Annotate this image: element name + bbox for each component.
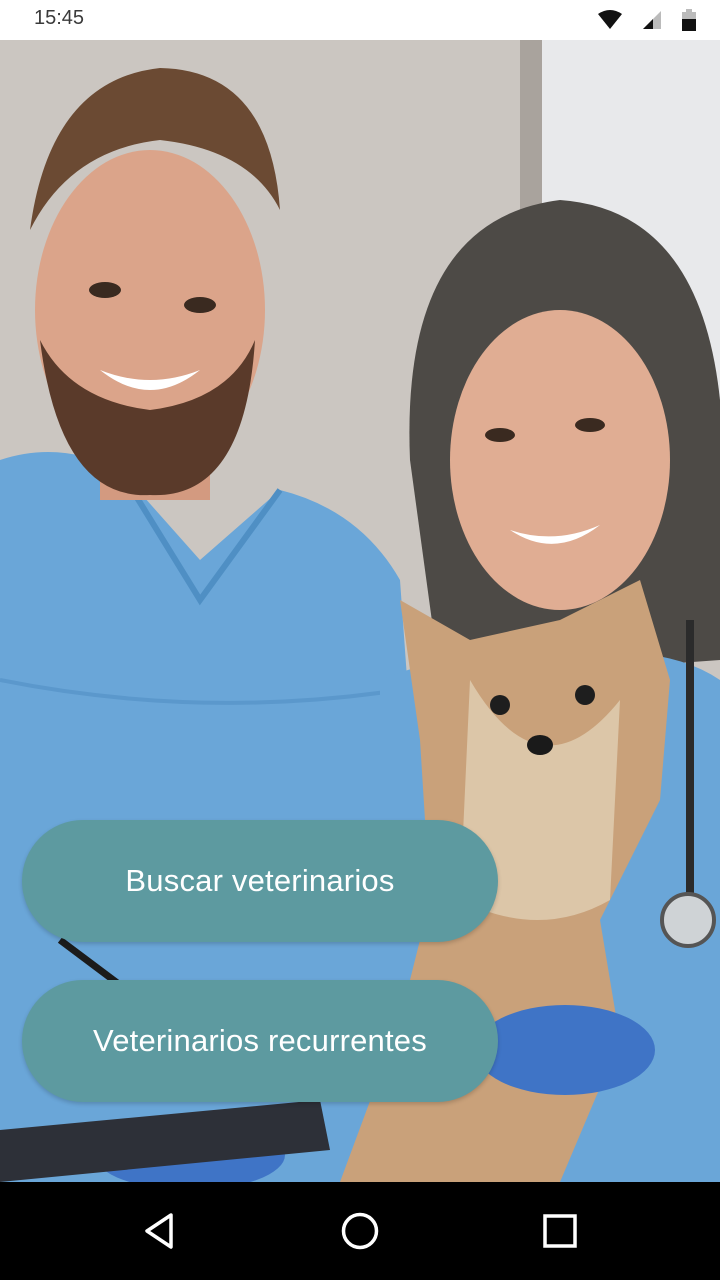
status-icons [598,9,696,31]
recurrent-veterinarians-label: Veterinarios recurrentes [93,1023,427,1058]
recents-icon [543,1214,577,1248]
recurrent-veterinarians-button[interactable]: Veterinarios recurrentes [22,980,498,1102]
battery-icon [682,9,696,31]
status-time: 15:45 [34,7,85,29]
wifi-icon [598,10,622,30]
back-icon [145,1213,173,1249]
signal-icon [642,10,662,30]
status-bar: 15:45 [0,0,720,40]
navigation-bar [0,1182,720,1280]
search-veterinarians-label: Buscar veterinarios [125,863,395,898]
back-button[interactable] [140,1211,180,1251]
recents-button[interactable] [540,1211,580,1251]
home-button[interactable] [340,1211,380,1251]
home-icon [341,1212,379,1250]
search-veterinarians-button[interactable]: Buscar veterinarios [22,820,498,942]
